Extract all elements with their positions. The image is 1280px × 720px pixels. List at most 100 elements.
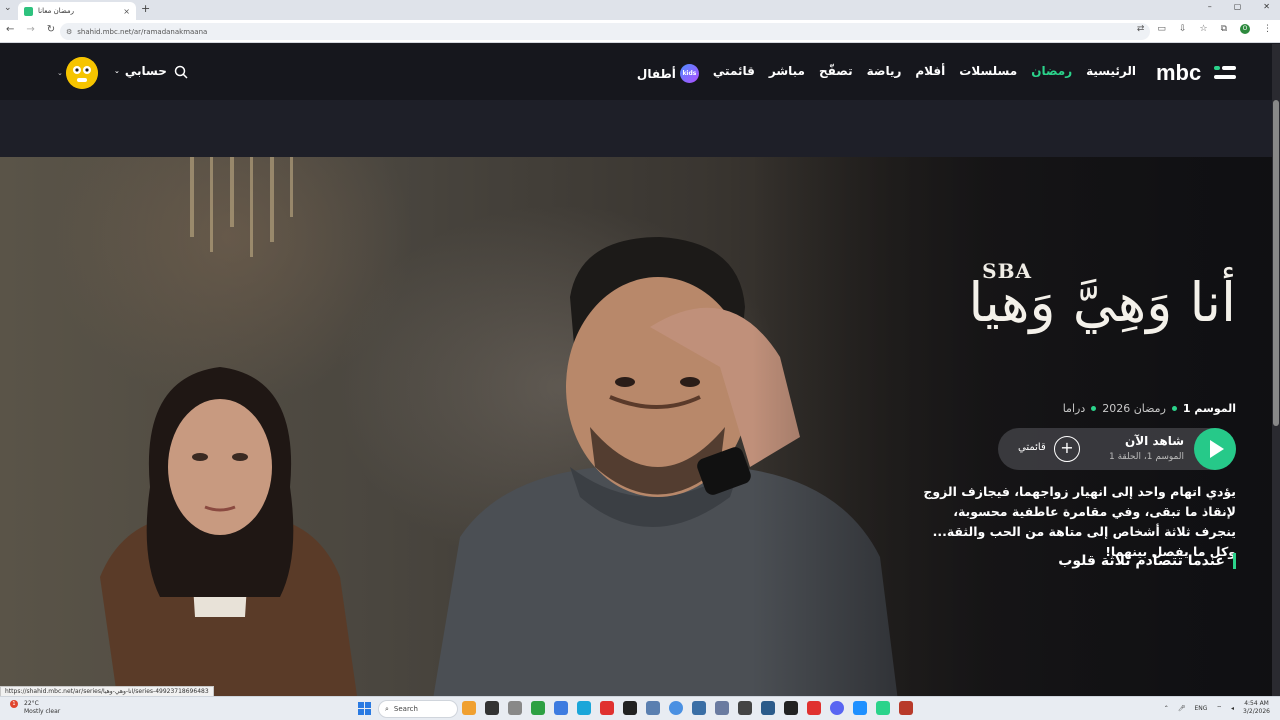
new-tab-button[interactable]: + xyxy=(141,2,150,15)
tab-close-icon[interactable]: × xyxy=(123,7,130,16)
taskbar-app-icon[interactable] xyxy=(899,701,913,715)
chevron-down-icon: ⌄ xyxy=(114,67,120,75)
search-icon: ⌕ xyxy=(385,704,389,713)
site-header: mbc الرئيسية رمضان مسلسلات أفلام رياضة ت… xyxy=(0,44,1280,100)
play-icon[interactable] xyxy=(1194,428,1236,470)
meta-separator-dot xyxy=(1171,406,1177,411)
nav-home[interactable]: الرئيسية xyxy=(1086,64,1136,83)
taskbar-app-icon[interactable] xyxy=(784,701,798,715)
tab-list-icon[interactable]: ⌄ xyxy=(4,3,12,13)
scrollbar-thumb[interactable] xyxy=(1273,100,1279,426)
taskbar-app-icon[interactable] xyxy=(876,701,890,715)
clock[interactable]: 4:54 AM 3/2/2026 xyxy=(1243,700,1270,716)
avatar[interactable] xyxy=(66,57,98,89)
taskbar-app-icon[interactable] xyxy=(623,701,637,715)
taskbar-app-icon[interactable] xyxy=(646,701,660,715)
profile-icon[interactable]: O xyxy=(1240,24,1250,34)
bookmark-star-icon[interactable]: ☆ xyxy=(1199,24,1207,34)
weather-widget[interactable]: 1 22°C Mostly clear xyxy=(10,700,61,716)
site-info-icon[interactable]: ⚙ xyxy=(66,28,72,36)
account-menu[interactable]: ⌄ حسابي xyxy=(114,64,167,78)
meta-genre: دراما xyxy=(1062,402,1086,415)
download-icon[interactable]: ⇩ xyxy=(1179,24,1187,34)
weather-badge: 1 xyxy=(10,700,18,708)
taskbar-app-icon[interactable] xyxy=(577,701,591,715)
watch-now-label: شاهد الآن xyxy=(1124,434,1184,448)
nav-my-list[interactable]: قائمتي xyxy=(713,64,755,83)
windows-taskbar: 1 22°C Mostly clear ⌕ Search ⌃ 🎤︎ ENG ⌔ … xyxy=(0,696,1280,720)
restore-button[interactable]: ▢ xyxy=(1234,2,1242,11)
avatar-chevron-icon[interactable]: ⌄ xyxy=(57,69,63,77)
add-to-list-button[interactable]: + xyxy=(1054,436,1080,462)
site-favicon-icon xyxy=(24,6,33,16)
main-nav: الرئيسية رمضان مسلسلات أفلام رياضة تصفّح… xyxy=(637,64,1136,83)
tray-chevron-icon[interactable]: ⌃ xyxy=(1164,705,1169,712)
minimize-button[interactable]: – xyxy=(1208,2,1212,11)
taskbar-app-icon[interactable] xyxy=(531,701,545,715)
taskbar-app-icon[interactable] xyxy=(853,701,867,715)
nav-kids-label: أطفال xyxy=(636,66,676,81)
taskbar-app-icon[interactable] xyxy=(830,701,844,715)
menu-icon[interactable]: ⋮ xyxy=(1263,24,1272,34)
nav-ramadan[interactable]: رمضان xyxy=(1031,64,1072,83)
show-title-logo: أنا وَهِيَّ وَهيا xyxy=(968,271,1236,334)
taskbar-search-label: Search xyxy=(393,705,418,713)
nav-live[interactable]: مباشر xyxy=(769,64,805,83)
page-scrollbar[interactable] xyxy=(1272,44,1280,696)
mbc-logo[interactable]: mbc xyxy=(1156,62,1238,84)
taskbar-search[interactable]: ⌕ Search xyxy=(378,700,458,718)
network-icon[interactable]: ⌔ xyxy=(1216,704,1222,712)
volume-icon[interactable]: ◂ xyxy=(1231,705,1234,712)
taskbar-app-icon[interactable] xyxy=(738,701,752,715)
taskbar-app-icon[interactable] xyxy=(692,701,706,715)
taskbar-app-icon[interactable] xyxy=(462,701,476,715)
taskbar-app-icon[interactable] xyxy=(807,701,821,715)
watch-now-pill[interactable]: شاهد الآن الموسم 1، الحلقة 1 + قائمتي xyxy=(998,428,1236,470)
woman-figure-image xyxy=(100,367,357,696)
show-tagline: عندما تتصادم ثلاثة قلوب xyxy=(1058,553,1236,569)
cast-icon[interactable]: ▭ xyxy=(1157,24,1166,34)
url-text: shahid.mbc.net/ar/ramadanakmaana xyxy=(77,27,208,36)
taskbar-app-icon[interactable] xyxy=(715,701,729,715)
chandelier-graphic xyxy=(190,157,293,257)
taskbar-app-icon[interactable] xyxy=(600,701,614,715)
account-label: حسابي xyxy=(124,64,167,78)
back-icon[interactable]: ← xyxy=(6,24,14,35)
episode-label: الموسم 1، الحلقة 1 xyxy=(1108,452,1184,462)
hero-banner[interactable]: SBA أنا وَهِيَّ وَهيا الموسم 1 رمضان 202… xyxy=(0,157,1272,696)
weather-temp: 22°C xyxy=(24,700,39,707)
taskbar-app-icon[interactable] xyxy=(554,701,568,715)
taskbar-app-icon[interactable] xyxy=(485,701,499,715)
toolbar-icons: ⇄ ▭ ⇩ ☆ ⧉ O ⋮ xyxy=(1137,24,1272,34)
forward-icon[interactable]: → xyxy=(26,24,34,35)
meta-ramadan: رمضان 2026 xyxy=(1102,402,1166,415)
kids-badge-icon: kids xyxy=(679,64,699,83)
windows-start-icon[interactable] xyxy=(358,702,371,715)
translate-icon[interactable]: ⇄ xyxy=(1137,24,1145,34)
nav-browse[interactable]: تصفّح xyxy=(819,64,853,83)
clock-time: 4:54 AM xyxy=(1244,700,1269,707)
language-indicator[interactable]: ENG xyxy=(1194,705,1207,712)
microphone-icon[interactable]: 🎤︎ xyxy=(1178,705,1186,712)
taskbar-app-icon[interactable] xyxy=(508,701,522,715)
reload-icon[interactable]: ↻ xyxy=(47,24,55,35)
browser-tab-bar: ⌄ رمضان معانا × + – ▢ ✕ xyxy=(0,0,1280,20)
browser-tab[interactable]: رمضان معانا × xyxy=(18,2,136,20)
meta-season: الموسم 1 xyxy=(1182,402,1236,415)
taskbar-app-icon[interactable] xyxy=(761,701,775,715)
clock-date: 3/2/2026 xyxy=(1243,708,1270,715)
close-window-button[interactable]: ✕ xyxy=(1263,2,1270,11)
taskbar-app-icon[interactable] xyxy=(669,701,683,715)
nav-kids[interactable]: kids أطفال xyxy=(637,64,699,83)
search-icon[interactable] xyxy=(174,65,188,79)
my-list-label[interactable]: قائمتي xyxy=(1018,442,1046,453)
url-field[interactable]: ⚙ shahid.mbc.net/ar/ramadanakmaana xyxy=(60,23,1150,40)
nav-sports[interactable]: رياضة xyxy=(867,64,902,83)
nav-movies[interactable]: أفلام xyxy=(915,64,945,83)
weather-text: Mostly clear xyxy=(24,708,61,715)
show-synopsis: يؤدي اتهام واحد إلى انهيار زواجهما، فيجا… xyxy=(923,484,1236,559)
extensions-icon[interactable]: ⧉ xyxy=(1221,24,1227,34)
system-tray: ⌃ 🎤︎ ENG ⌔ ◂ 4:54 AM 3/2/2026 xyxy=(1164,700,1270,716)
taskbar-apps xyxy=(462,701,913,715)
nav-series[interactable]: مسلسلات xyxy=(959,64,1017,83)
